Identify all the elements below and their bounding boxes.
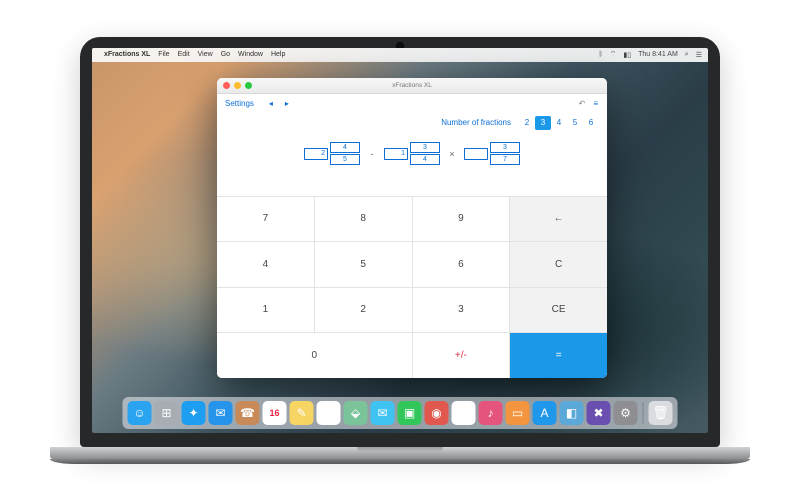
menubar-view[interactable]: View — [198, 51, 213, 58]
bluetooth-icon[interactable]: ᛒ — [599, 51, 603, 58]
dock-photos-icon[interactable]: ✿ — [452, 401, 476, 425]
fraction-2: 1 3 4 — [384, 142, 440, 165]
dock-separator — [643, 402, 644, 424]
dock-notes-icon[interactable]: ✎ — [290, 401, 314, 425]
operator-2[interactable]: × — [446, 149, 458, 159]
menubar-clock[interactable]: Thu 8:41 AM — [638, 51, 678, 58]
fraction-1-denominator[interactable]: 5 — [330, 154, 360, 165]
fraction-2-whole[interactable]: 1 — [384, 148, 408, 160]
menubar-edit[interactable]: Edit — [178, 51, 190, 58]
key-clear-entry[interactable]: CE — [510, 288, 607, 333]
dock-preview-icon[interactable]: ◧ — [560, 401, 584, 425]
wifi-icon[interactable]: ⌔ — [610, 50, 617, 59]
fraction-2-numerator[interactable]: 3 — [410, 142, 440, 153]
operator-1[interactable]: - — [366, 149, 378, 159]
window-title: xFractions XL — [217, 82, 607, 89]
dock-maps-icon[interactable]: ⬙ — [344, 401, 368, 425]
dock-facetime-icon[interactable]: ▣ — [398, 401, 422, 425]
key-2[interactable]: 2 — [315, 288, 412, 333]
window-titlebar[interactable]: xFractions XL — [217, 78, 607, 94]
dock-ibooks-icon[interactable]: ▭ — [506, 401, 530, 425]
fraction-3-numerator[interactable]: 3 — [490, 142, 520, 153]
app-window: xFractions XL Settings ◂ ▸ ↶ ≡ Number of… — [217, 78, 607, 378]
key-7[interactable]: 7 — [217, 197, 314, 242]
fraction-count-4[interactable]: 4 — [551, 116, 567, 130]
macos-menubar: xFractions XL File Edit View Go Window H… — [92, 48, 708, 62]
dock-contacts-icon[interactable]: ☎ — [236, 401, 260, 425]
dock-finder-icon[interactable]: ☺ — [128, 401, 152, 425]
menubar-help[interactable]: Help — [271, 51, 285, 58]
dock-photobooth-icon[interactable]: ◉ — [425, 401, 449, 425]
fraction-count-3[interactable]: 3 — [535, 116, 551, 130]
app-toolbar: Settings ◂ ▸ ↶ ≡ — [217, 94, 607, 114]
spotlight-icon[interactable]: ⌕ — [685, 51, 689, 59]
macos-dock: ☺⊞✦✉☎16✎☑⬙✉▣◉✿♪▭A◧✖⚙🗑 — [123, 397, 678, 429]
key-backspace[interactable]: ← — [510, 197, 607, 242]
key-clear[interactable]: C — [510, 242, 607, 287]
macbook-frame: xFractions XL File Edit View Go Window H… — [80, 37, 720, 464]
fraction-count-selector: Number of fractions 2 3 4 5 6 — [217, 114, 607, 132]
menubar-file[interactable]: File — [158, 51, 169, 58]
fraction-3: 3 7 — [464, 142, 520, 165]
fraction-1-whole[interactable]: 2 — [304, 148, 328, 160]
laptop-foot — [50, 459, 750, 464]
fraction-3-whole[interactable] — [464, 148, 488, 160]
fraction-2-denominator[interactable]: 4 — [410, 154, 440, 165]
dock-appstore-icon[interactable]: A — [533, 401, 557, 425]
key-8[interactable]: 8 — [315, 197, 412, 242]
dock-xfractions-icon[interactable]: ✖ — [587, 401, 611, 425]
keypad: 7 8 9 ← 4 5 6 C 1 2 3 CE 0 +/- = — [217, 196, 607, 378]
nav-forward-button[interactable]: ▸ — [282, 99, 292, 108]
menubar-go[interactable]: Go — [221, 51, 230, 58]
key-5[interactable]: 5 — [315, 242, 412, 287]
key-plus-minus[interactable]: +/- — [413, 333, 510, 378]
settings-button[interactable]: Settings — [225, 99, 254, 108]
fraction-3-denominator[interactable]: 7 — [490, 154, 520, 165]
dock-calendar-icon[interactable]: 16 — [263, 401, 287, 425]
key-3[interactable]: 3 — [413, 288, 510, 333]
key-4[interactable]: 4 — [217, 242, 314, 287]
battery-icon[interactable]: ▮▯ — [623, 51, 631, 59]
nav-back-button[interactable]: ◂ — [266, 99, 276, 108]
menubar-window[interactable]: Window — [238, 51, 263, 58]
fraction-count-label: Number of fractions — [441, 118, 511, 127]
fraction-1: 2 4 5 — [304, 142, 360, 165]
key-equals[interactable]: = — [510, 333, 607, 378]
dock-reminders-icon[interactable]: ☑ — [317, 401, 341, 425]
key-6[interactable]: 6 — [413, 242, 510, 287]
undo-button[interactable]: ↶ — [579, 99, 586, 108]
dock-prefs-icon[interactable]: ⚙ — [614, 401, 638, 425]
fraction-count-2[interactable]: 2 — [519, 116, 535, 130]
dock-trash-icon[interactable]: 🗑 — [649, 401, 673, 425]
key-1[interactable]: 1 — [217, 288, 314, 333]
dock-launchpad-icon[interactable]: ⊞ — [155, 401, 179, 425]
notification-center-icon[interactable]: ☰ — [696, 51, 702, 59]
laptop-base — [50, 447, 750, 459]
fraction-1-numerator[interactable]: 4 — [330, 142, 360, 153]
dock-safari-icon[interactable]: ✦ — [182, 401, 206, 425]
fraction-count-6[interactable]: 6 — [583, 116, 599, 130]
menubar-app-name[interactable]: xFractions XL — [104, 51, 150, 58]
dock-itunes-icon[interactable]: ♪ — [479, 401, 503, 425]
dock-messages-icon[interactable]: ✉ — [371, 401, 395, 425]
laptop-screen: xFractions XL File Edit View Go Window H… — [92, 48, 708, 433]
dock-mail-icon[interactable]: ✉ — [209, 401, 233, 425]
spacer — [217, 176, 607, 196]
expression-row: 2 4 5 - 1 3 4 × 3 7 — [217, 132, 607, 176]
fraction-count-5[interactable]: 5 — [567, 116, 583, 130]
hamburger-menu-icon[interactable]: ≡ — [593, 99, 599, 108]
key-0[interactable]: 0 — [217, 333, 412, 378]
laptop-lid: xFractions XL File Edit View Go Window H… — [80, 37, 720, 447]
key-9[interactable]: 9 — [413, 197, 510, 242]
